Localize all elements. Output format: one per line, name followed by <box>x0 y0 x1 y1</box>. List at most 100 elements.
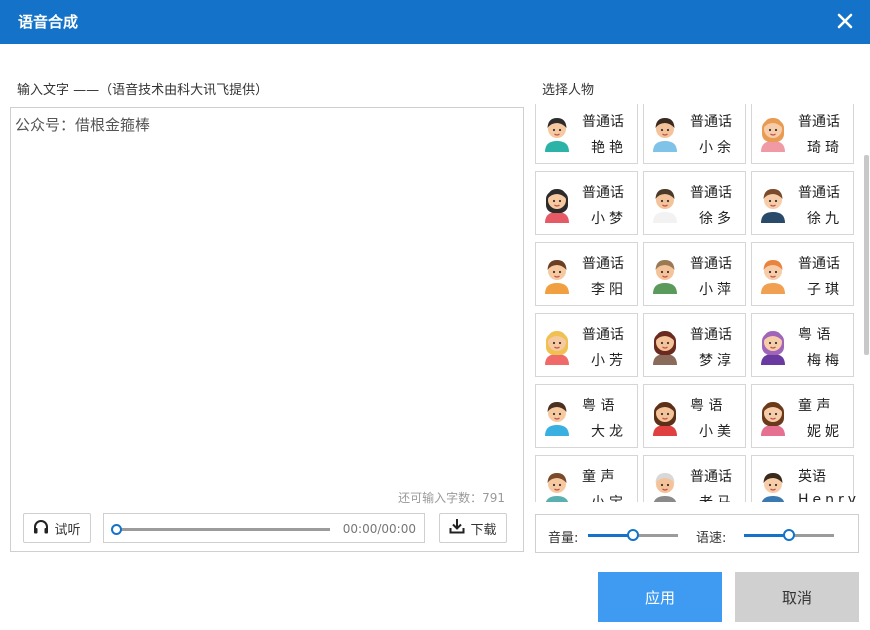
download-button[interactable]: 下载 <box>439 513 507 543</box>
input-section-label: 输入文字 ——（语音技术由科大讯飞提供） <box>17 83 269 98</box>
listen-button[interactable]: 试听 <box>23 513 91 543</box>
character-language: 童 声 <box>798 398 831 414</box>
character-card[interactable]: 普通话李阳 <box>535 242 638 306</box>
character-avatar-icon <box>756 112 790 152</box>
character-avatar-icon <box>540 183 574 223</box>
cancel-button[interactable]: 取消 <box>735 572 859 622</box>
character-card[interactable]: 普通话子琪 <box>751 242 854 306</box>
character-name: 子琪 <box>807 282 843 298</box>
speed-thumb[interactable] <box>783 529 795 541</box>
character-avatar-icon <box>540 254 574 294</box>
character-card[interactable]: 普通话小芳 <box>535 313 638 377</box>
character-language: 英语 <box>798 469 826 485</box>
character-language: 普通话 <box>582 256 624 272</box>
character-language: 普通话 <box>582 185 624 201</box>
character-language: 普通话 <box>690 256 732 272</box>
character-name: Henry <box>798 492 859 502</box>
audio-controls: 音量: 语速: <box>535 514 859 553</box>
playback-progress[interactable]: 00:00/00:00 <box>103 513 425 543</box>
character-avatar-icon <box>540 325 574 365</box>
text-input-area[interactable]: 公众号：借根金箍棒 还可输入字数：791 <box>10 107 524 552</box>
input-text[interactable]: 公众号：借根金箍棒 <box>15 114 150 135</box>
character-card[interactable]: 普通话梦淳 <box>643 313 746 377</box>
character-scrollbar[interactable] <box>864 155 869 355</box>
character-name: 琦琦 <box>807 140 843 156</box>
listen-label: 试听 <box>54 522 81 538</box>
character-card[interactable]: 普通话 徐多 <box>643 171 746 235</box>
character-card[interactable]: 普通话徐九 <box>751 171 854 235</box>
character-avatar-icon <box>756 183 790 223</box>
character-avatar-icon <box>756 467 790 502</box>
character-section-label: 选择人物 <box>542 83 595 98</box>
speed-label: 语速: <box>696 531 727 546</box>
dialog-title: 语音合成 <box>18 13 79 31</box>
character-card[interactable]: 普通话艳艳 <box>535 104 638 164</box>
progress-handle[interactable] <box>111 524 122 535</box>
character-avatar-icon <box>756 254 790 294</box>
character-avatar-icon <box>648 467 682 502</box>
character-name: 老马 <box>690 492 744 502</box>
character-name: 大龙 <box>591 424 627 440</box>
character-card[interactable]: 粤 语梅梅 <box>751 313 854 377</box>
character-card[interactable]: 普通话小余 <box>643 104 746 164</box>
character-avatar-icon <box>540 396 574 436</box>
character-language: 普通话 <box>798 185 840 201</box>
character-name: 小宝 <box>582 492 636 502</box>
character-card[interactable]: 英语 Henry <box>751 455 859 502</box>
character-avatar-icon <box>540 112 574 152</box>
character-avatar-icon <box>540 467 574 502</box>
title-bar: 语音合成 <box>0 0 870 44</box>
character-avatar-icon <box>756 325 790 365</box>
speed-slider[interactable] <box>744 529 834 541</box>
progress-track[interactable] <box>118 528 330 531</box>
character-card[interactable]: 普通话小梦 <box>535 171 638 235</box>
character-language: 普通话 <box>690 327 732 343</box>
character-name: 徐九 <box>807 211 843 227</box>
character-card[interactable]: 童 声小宝 <box>535 455 638 502</box>
apply-button[interactable]: 应用 <box>598 572 722 622</box>
character-avatar-icon <box>756 396 790 436</box>
character-card[interactable]: 童 声妮妮 <box>751 384 854 448</box>
headphones-icon <box>33 519 49 538</box>
character-language: 童 声 <box>582 469 615 485</box>
remaining-label: 还可输入字数： <box>398 491 483 505</box>
close-icon[interactable] <box>834 10 856 32</box>
character-grid[interactable]: 普通话 艳艳 普通话 小余 普通话 琦琦 普通话 小梦 普通话 徐多 普通话 徐九 普通话 李阳 普通话 小萍… <box>535 104 859 502</box>
download-label: 下载 <box>470 522 497 538</box>
character-name: 艳艳 <box>591 140 627 156</box>
character-language: 普通话 <box>582 114 624 130</box>
character-name: 小余 <box>699 140 735 156</box>
character-language: 普通话 <box>582 327 624 343</box>
speed-track <box>789 534 834 537</box>
character-language: 粤 语 <box>690 398 723 414</box>
volume-label: 音量: <box>548 531 579 546</box>
character-card[interactable]: 普通话小萍 <box>643 242 746 306</box>
download-icon <box>449 518 465 538</box>
character-name: 梦淳 <box>699 353 735 369</box>
character-card[interactable]: 普通话 琦琦 <box>751 104 854 164</box>
playback-time: 00:00/00:00 <box>342 522 416 536</box>
character-language: 普通话 <box>690 114 732 130</box>
remaining-number: 791 <box>482 491 505 505</box>
character-language: 粤 语 <box>582 398 615 414</box>
character-avatar-icon <box>648 396 682 436</box>
character-name: 李阳 <box>591 282 627 298</box>
character-name: 妮妮 <box>807 424 843 440</box>
character-name: 梅梅 <box>807 353 843 369</box>
character-name: 小美 <box>699 424 735 440</box>
character-name: 小芳 <box>591 353 627 369</box>
character-card[interactable]: 粤 语大龙 <box>535 384 638 448</box>
character-name: 徐多 <box>699 211 735 227</box>
character-avatar-icon <box>648 325 682 365</box>
character-avatar-icon <box>648 112 682 152</box>
character-card[interactable]: 粤 语小美 <box>643 384 746 448</box>
character-name: 小梦 <box>591 211 627 227</box>
character-language: 普通话 <box>798 256 840 272</box>
volume-thumb[interactable] <box>627 529 639 541</box>
character-language: 粤 语 <box>798 327 831 343</box>
character-card[interactable]: 普通话老马 <box>643 455 746 502</box>
volume-track <box>633 534 678 537</box>
volume-slider[interactable] <box>588 529 678 541</box>
character-name: 小萍 <box>699 282 735 298</box>
character-avatar-icon <box>648 254 682 294</box>
